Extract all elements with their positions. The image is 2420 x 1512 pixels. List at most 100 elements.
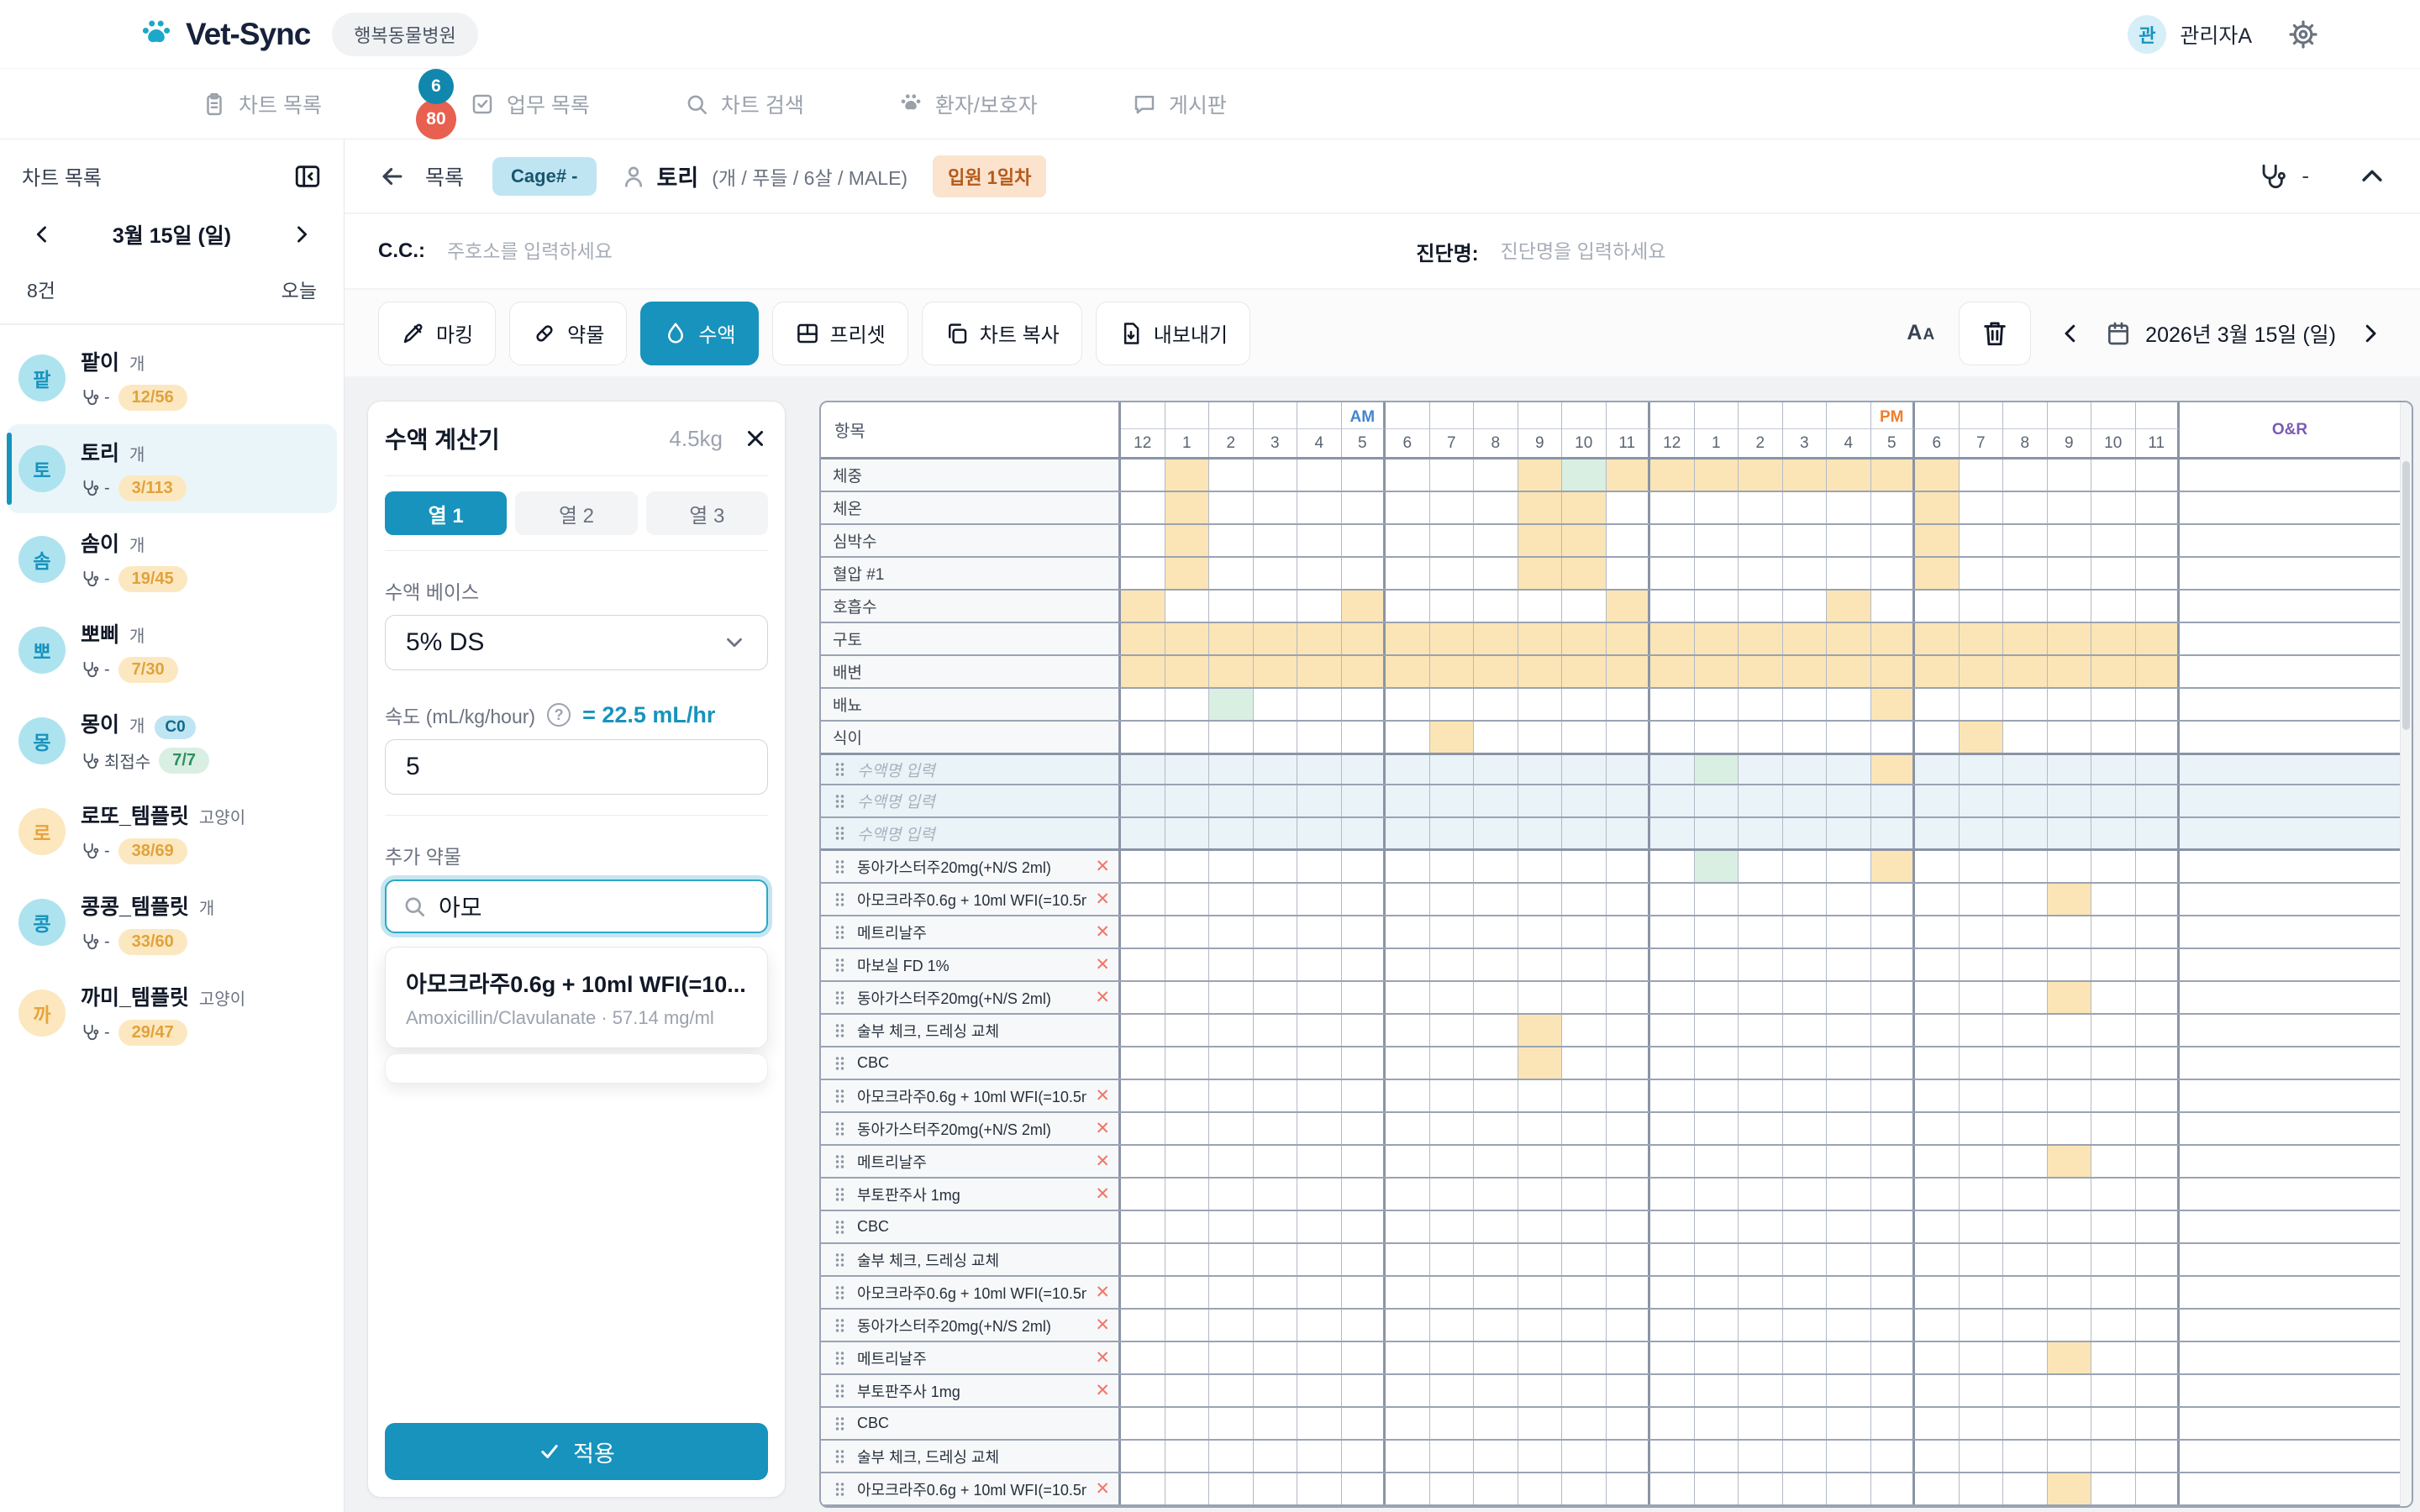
grid-cell[interactable] — [2047, 1080, 2091, 1111]
grid-cell[interactable] — [1915, 818, 1960, 848]
grid-cell[interactable] — [1518, 1047, 1562, 1079]
grid-cell[interactable] — [1253, 558, 1297, 589]
grid-cell[interactable] — [1474, 1211, 1518, 1242]
grid-cell[interactable] — [1297, 1080, 1342, 1111]
grid-cell[interactable] — [1297, 949, 1342, 980]
grid-cell[interactable] — [1606, 818, 1650, 848]
grid-cell[interactable] — [1650, 1342, 1695, 1373]
grid-cell[interactable] — [2135, 558, 2180, 589]
grid-cell[interactable] — [1694, 1408, 1739, 1439]
grid-cell[interactable] — [2091, 949, 2136, 980]
grid-cell[interactable] — [1209, 1244, 1254, 1275]
grid-cell[interactable] — [1562, 1244, 1607, 1275]
patient-item-콩콩_템플릿[interactable]: 콩 콩콩_템플릿 개 - 33/60 — [7, 878, 337, 967]
grid-cell[interactable] — [1121, 623, 1165, 654]
grid-cell[interactable] — [1386, 818, 1430, 848]
grid-cell[interactable] — [1870, 656, 1915, 687]
grid-cell[interactable] — [1209, 1441, 1254, 1472]
grid-cell[interactable] — [1606, 1146, 1650, 1177]
grid-cell[interactable] — [1739, 722, 1783, 753]
or-cell[interactable] — [2180, 492, 2400, 523]
grid-cell[interactable] — [1297, 851, 1342, 882]
drag-handle-icon[interactable] — [833, 1152, 847, 1172]
grid-cell[interactable] — [1606, 1408, 1650, 1439]
grid-cell[interactable] — [1870, 1408, 1915, 1439]
grid-cell[interactable] — [1827, 785, 1871, 816]
grid-cell[interactable] — [1606, 525, 1650, 556]
grid-cell[interactable] — [1915, 982, 1960, 1013]
grid-cell[interactable] — [1121, 722, 1165, 753]
grid-cell[interactable] — [2047, 916, 2091, 948]
grid-cell[interactable] — [1518, 755, 1562, 784]
grid-cell[interactable] — [1341, 558, 1386, 589]
grid-cell[interactable] — [1121, 1047, 1165, 1079]
grid-cell[interactable] — [1297, 558, 1342, 589]
grid-cell[interactable] — [1694, 1211, 1739, 1242]
grid-cell[interactable] — [1827, 1047, 1871, 1079]
grid-cell[interactable] — [1518, 558, 1562, 589]
grid-cell[interactable] — [1870, 755, 1915, 784]
grid-cell[interactable] — [1209, 591, 1254, 622]
grid-cell[interactable] — [1606, 656, 1650, 687]
grid-cell[interactable] — [1297, 656, 1342, 687]
grid-cell[interactable] — [1253, 1113, 1297, 1144]
grid-cell[interactable] — [1694, 818, 1739, 848]
grid-cell[interactable] — [1386, 459, 1430, 491]
grid-cell[interactable] — [1121, 1277, 1165, 1308]
grid-cell[interactable] — [1827, 722, 1871, 753]
grid-cell[interactable] — [2047, 1473, 2091, 1504]
grid-cell[interactable] — [2003, 558, 2048, 589]
grid-cell[interactable] — [1429, 1080, 1474, 1111]
grid-cell[interactable] — [1870, 851, 1915, 882]
grid-cell[interactable] — [2003, 1310, 2048, 1341]
nav-item-task-list[interactable]: 6 80 업무 목록 — [415, 68, 590, 139]
or-cell[interactable] — [2180, 949, 2400, 980]
grid-cell[interactable] — [1606, 884, 1650, 915]
grid-cell[interactable] — [1474, 949, 1518, 980]
grid-cell[interactable] — [1429, 1113, 1474, 1144]
remove-row-button[interactable]: ✕ — [1095, 1480, 1110, 1498]
grid-cell[interactable] — [1782, 1113, 1827, 1144]
grid-cell[interactable] — [1915, 884, 1960, 915]
grid-cell[interactable] — [2047, 623, 2091, 654]
or-cell[interactable] — [2180, 851, 2400, 882]
fluid-button[interactable]: 수액 — [640, 301, 759, 365]
grid-cell[interactable] — [1518, 1146, 1562, 1177]
grid-cell[interactable] — [2091, 1179, 2136, 1210]
help-icon[interactable]: ? — [547, 703, 571, 727]
grid-cell[interactable] — [2047, 1441, 2091, 1472]
grid-cell[interactable] — [1165, 884, 1209, 915]
grid-cell[interactable] — [2003, 1277, 2048, 1308]
grid-cell[interactable] — [1429, 785, 1474, 816]
grid-cell[interactable] — [1474, 1080, 1518, 1111]
grid-cell[interactable] — [1474, 785, 1518, 816]
grid-cell[interactable] — [1386, 492, 1430, 523]
grid-cell[interactable] — [2003, 1375, 2048, 1406]
grid-cell[interactable] — [1650, 1441, 1695, 1472]
grid-cell[interactable] — [1209, 722, 1254, 753]
grid-cell[interactable] — [1562, 1342, 1607, 1373]
remove-row-button[interactable]: ✕ — [1095, 1284, 1110, 1301]
grid-cell[interactable] — [2091, 558, 2136, 589]
grid-cell[interactable] — [1429, 1047, 1474, 1079]
grid-cell[interactable] — [1165, 492, 1209, 523]
remove-row-button[interactable]: ✕ — [1095, 1152, 1110, 1170]
grid-cell[interactable] — [1915, 1015, 1960, 1046]
grid-cell[interactable] — [1386, 623, 1430, 654]
grid-cell[interactable] — [1870, 1244, 1915, 1275]
grid-cell[interactable] — [1782, 884, 1827, 915]
rate-input[interactable] — [385, 739, 768, 795]
grid-cell[interactable] — [1827, 492, 1871, 523]
nav-item-chart-list[interactable]: 차트 목록 — [202, 89, 322, 119]
grid-cell[interactable] — [1518, 1211, 1562, 1242]
grid-cell[interactable] — [2135, 818, 2180, 848]
grid-cell[interactable] — [1915, 949, 1960, 980]
grid-cell[interactable] — [1827, 1244, 1871, 1275]
grid-cell[interactable] — [1474, 1342, 1518, 1373]
grid-cell[interactable] — [1562, 1211, 1607, 1242]
drag-handle-icon[interactable] — [833, 1381, 847, 1401]
grid-cell[interactable] — [1429, 884, 1474, 915]
grid-cell[interactable] — [1959, 525, 2003, 556]
grid-cell[interactable] — [1606, 1211, 1650, 1242]
remove-row-button[interactable]: ✕ — [1095, 1087, 1110, 1105]
